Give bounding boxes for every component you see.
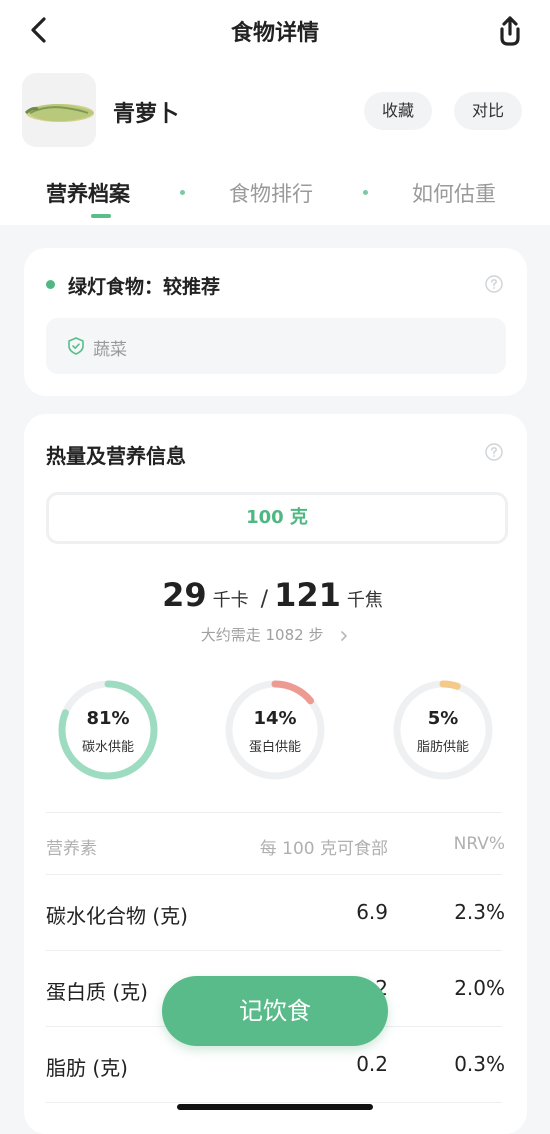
- food-image: [22, 73, 96, 147]
- nutrient-name: 碳水化合物 (克): [46, 904, 188, 928]
- chevron-right-icon: [341, 630, 348, 641]
- category-tag: 蔬菜: [46, 318, 506, 374]
- energy-summary: 29 千卡 /121 千焦: [24, 576, 527, 614]
- carb-energy-ring: 81% 碳水供能: [56, 678, 160, 782]
- log-meal-button[interactable]: 记饮食: [162, 976, 388, 1046]
- steps-text: 大约需走 1082 步: [200, 626, 324, 644]
- help-button[interactable]: [485, 275, 503, 293]
- nutrient-value: 0.2: [356, 1052, 388, 1076]
- divider: [46, 812, 502, 813]
- shield-check-icon: [68, 337, 84, 355]
- tab-weight-estimate[interactable]: 如何估重: [412, 178, 496, 208]
- ring-label: 蛋白供能: [248, 740, 301, 755]
- food-name: 青萝卜: [113, 102, 180, 127]
- category-tag-label: 蔬菜: [93, 340, 127, 360]
- page-title: 食物详情: [230, 21, 319, 46]
- tab-nutrition-profile[interactable]: 营养档案: [46, 178, 130, 208]
- divider: [46, 1102, 502, 1103]
- status-dot: [46, 280, 55, 289]
- progress-ring: [58, 680, 158, 780]
- progress-ring: [393, 680, 493, 780]
- ring-percent: 14%: [253, 708, 297, 729]
- compare-button[interactable]: 对比: [454, 92, 523, 130]
- recommendation-label: 绿灯食物：较推荐: [68, 276, 221, 298]
- nutrient-name: 脂肪 (克): [46, 1056, 128, 1080]
- table-header-nutrient: 营养素: [46, 839, 97, 859]
- ring-percent: 81%: [86, 708, 130, 729]
- ring-label: 碳水供能: [81, 740, 134, 755]
- nutrition-section-title: 热量及营养信息: [46, 444, 186, 468]
- kj-unit: 千焦: [346, 590, 383, 611]
- divider: [46, 874, 502, 875]
- protein-energy-ring: 14% 蛋白供能: [223, 678, 327, 782]
- progress-ring: [225, 680, 325, 780]
- table-header-nrv: NRV%: [453, 834, 505, 854]
- recommendation-card: 绿灯食物：较推荐 蔬菜: [24, 248, 527, 396]
- nutrient-nrv: 2.0%: [454, 976, 505, 1000]
- share-icon: [500, 16, 520, 46]
- tab-separator-dot: [363, 190, 368, 195]
- steps-link[interactable]: 大约需走 1082 步: [24, 624, 527, 645]
- ring-percent: 5%: [427, 708, 459, 729]
- question-icon: [485, 275, 503, 293]
- nutrient-nrv: 0.3%: [454, 1052, 505, 1076]
- radish-image: [24, 104, 94, 122]
- help-button[interactable]: [485, 443, 503, 461]
- navigation-bar: 食物详情: [0, 0, 550, 62]
- home-indicator: [177, 1104, 373, 1110]
- favorite-button[interactable]: 收藏: [364, 92, 433, 130]
- share-button[interactable]: [490, 12, 530, 52]
- fat-energy-ring: 5% 脂肪供能: [391, 678, 495, 782]
- active-tab-indicator: [91, 214, 111, 218]
- kj-value: 121: [274, 576, 341, 614]
- ring-label: 脂肪供能: [416, 740, 469, 755]
- energy-separator: /: [260, 587, 269, 612]
- kcal-value: 29: [162, 576, 207, 614]
- question-icon: [485, 443, 503, 461]
- divider: [46, 950, 502, 951]
- nutrient-name: 蛋白质 (克): [46, 980, 148, 1004]
- nutrient-nrv: 2.3%: [454, 900, 505, 924]
- tab-food-ranking[interactable]: 食物排行: [229, 178, 313, 208]
- nutrient-value: 6.9: [356, 900, 388, 924]
- weight-selector[interactable]: 100 克: [46, 492, 508, 544]
- tab-separator-dot: [180, 190, 185, 195]
- kcal-unit: 千卡: [212, 590, 249, 611]
- table-header-per100g: 每 100 克可食部: [259, 839, 388, 859]
